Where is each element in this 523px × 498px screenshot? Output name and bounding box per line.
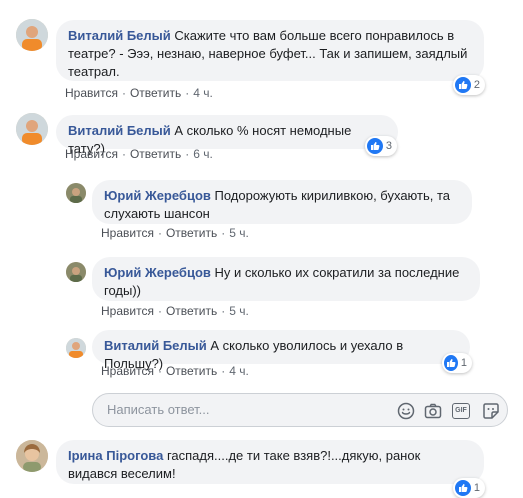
reply-composer[interactable]: GIF [92,393,508,427]
reaction-count: 2 [473,79,480,91]
separator-dot: · [221,364,226,378]
reaction-badge[interactable]: 1 [442,353,472,373]
separator-dot: · [157,304,162,318]
separator-dot: · [185,86,190,100]
reply-author[interactable]: Юрий Жеребцов [104,188,211,203]
comment-bubble: Ірина Пірогова гаспадя....де ти таке взя… [56,440,484,484]
like-link[interactable]: Нравится [65,86,118,100]
reply-author[interactable]: Юрий Жеребцов [104,265,211,280]
reply-input[interactable] [105,401,389,418]
avatar[interactable] [66,338,86,358]
timestamp[interactable]: 5 ч. [229,226,249,240]
timestamp[interactable]: 4 ч. [193,86,213,100]
reaction-badge[interactable]: 3 [365,136,397,156]
comment-author[interactable]: Ірина Пірогова [68,448,163,463]
reply-link[interactable]: Ответить [166,226,217,240]
reaction-count: 1 [460,357,467,369]
like-icon [444,355,458,371]
separator-dot: · [121,86,126,100]
comment-actions: Нравится · Ответить · 6 ч. [65,147,213,161]
comment-author[interactable]: Виталий Белый [68,28,171,43]
like-icon [455,77,471,93]
avatar[interactable] [66,262,86,282]
comment-bubble: Виталий Белый А сколько % носят немодные… [56,115,398,156]
timestamp[interactable]: 5 ч. [229,304,249,318]
reply-bubble: Юрий Жеребцов Ну и сколько их сократили … [92,257,480,301]
separator-dot: · [157,226,162,240]
separator-dot: · [121,147,126,161]
reaction-badge[interactable]: 1 [453,478,485,498]
separator-dot: · [221,304,226,318]
gif-icon[interactable]: GIF [452,403,470,419]
reply-bubble: Виталий Белый А сколько уволилось и уеха… [92,330,470,371]
reply-actions: Нравится · Ответить · 5 ч. [101,304,249,318]
reply-link[interactable]: Ответить [166,304,217,318]
timestamp[interactable]: 4 ч. [229,364,249,378]
reply-author[interactable]: Виталий Белый [104,338,207,353]
reply-actions: Нравится · Ответить · 5 ч. [101,226,249,240]
comment-author[interactable]: Виталий Белый [68,123,171,138]
camera-icon[interactable] [424,402,442,420]
like-link[interactable]: Нравится [101,304,154,318]
reply-link[interactable]: Ответить [130,86,181,100]
comment-actions: Нравится · Ответить · 4 ч. [65,86,213,100]
separator-dot: · [221,226,226,240]
avatar[interactable] [66,183,86,203]
reply-link[interactable]: Ответить [130,147,181,161]
like-link[interactable]: Нравится [101,364,154,378]
timestamp[interactable]: 6 ч. [193,147,213,161]
like-link[interactable]: Нравится [101,226,154,240]
like-icon [367,138,383,154]
reply-link[interactable]: Ответить [166,364,217,378]
reaction-badge[interactable]: 2 [453,75,485,95]
like-icon [455,480,471,496]
avatar[interactable] [16,19,48,51]
sticker-icon[interactable] [482,402,500,420]
comment-bubble: Виталий Белый Скажите что вам больше все… [56,20,484,81]
emoji-icon[interactable] [397,402,415,420]
avatar[interactable] [16,440,48,472]
avatar[interactable] [16,113,48,145]
reaction-count: 1 [473,482,480,494]
reaction-count: 3 [385,140,392,152]
like-link[interactable]: Нравится [65,147,118,161]
separator-dot: · [185,147,190,161]
separator-dot: · [157,364,162,378]
reply-actions: Нравится · Ответить · 4 ч. [101,364,249,378]
reply-bubble: Юрий Жеребцов Подорожують кириливкою, бу… [92,180,472,224]
